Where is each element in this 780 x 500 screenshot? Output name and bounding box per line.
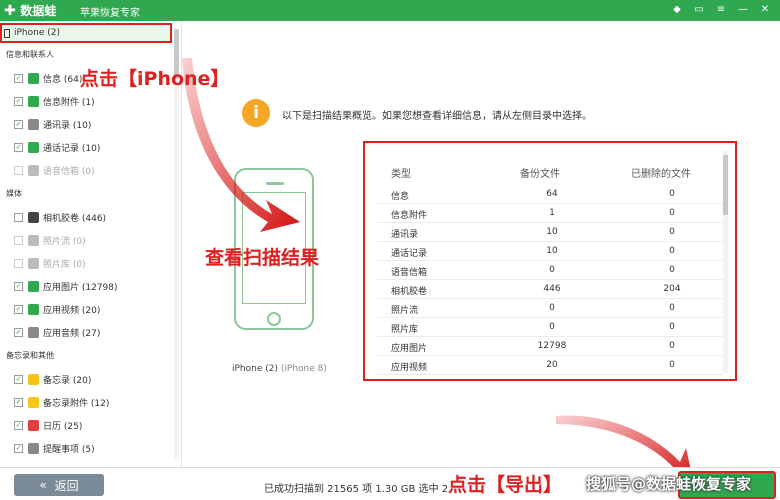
back-arrow-icon: «	[39, 478, 47, 492]
back-button[interactable]: « 返回	[14, 474, 104, 496]
annotation-click-iphone: 点击【iPhone】	[80, 68, 230, 90]
watermark: 搜狐号@数据蛙恢复专家	[586, 475, 752, 493]
annotation-view-results: 查看扫描结果	[205, 247, 320, 269]
annotation-click-export: 点击【导出】	[448, 474, 563, 496]
scan-status: 已成功扫描到 21565 项 1.30 GB 选中 2	[264, 484, 449, 495]
back-label: 返回	[54, 478, 79, 493]
